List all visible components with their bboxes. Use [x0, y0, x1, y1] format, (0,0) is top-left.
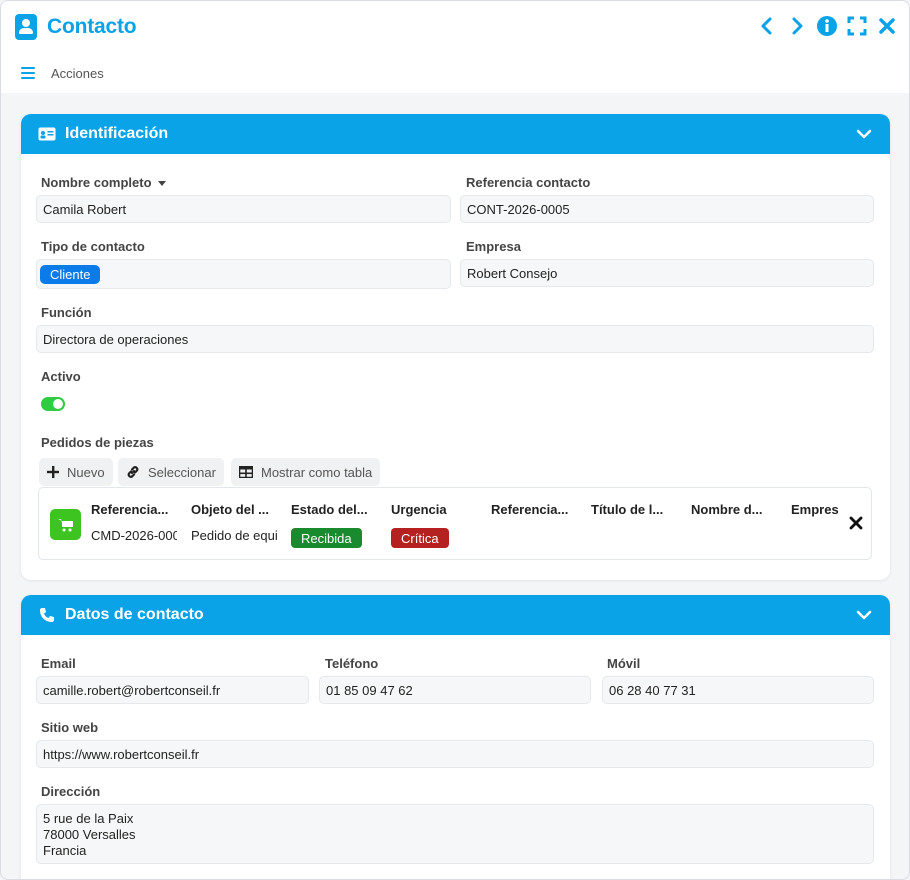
tipo-label: Tipo de contacto	[41, 239, 145, 254]
plus-icon	[47, 466, 59, 478]
telefono-field[interactable]: 01 85 09 47 62	[319, 676, 591, 704]
page-title: Contacto	[47, 15, 137, 38]
mostrar-label: Mostrar como tabla	[261, 464, 373, 480]
id-card-icon	[37, 124, 57, 144]
funcion-field[interactable]: Directora de operaciones	[36, 325, 874, 353]
chevron-down-icon[interactable]	[854, 605, 874, 625]
fullscreen-icon[interactable]	[845, 14, 869, 38]
nuevo-label: Nuevo	[67, 464, 105, 480]
empresa-field[interactable]: Robert Consejo	[460, 259, 874, 287]
next-icon[interactable]	[785, 14, 809, 38]
header-actions	[755, 14, 899, 38]
hamburger-menu-icon[interactable]	[21, 67, 35, 79]
link-icon	[127, 466, 139, 478]
direccion-line: 5 rue de la Paix	[43, 811, 134, 826]
table-header[interactable]: Nombre d...	[691, 502, 781, 517]
table-icon	[239, 466, 253, 478]
pedidos-table: Referencia... Objeto del ... Estado del.…	[38, 487, 872, 560]
table-header[interactable]: Estado del...	[291, 502, 381, 517]
email-field[interactable]: camille.robert@robertconseil.fr	[36, 676, 309, 704]
datos-header[interactable]: Datos de contacto	[21, 595, 890, 635]
funcion-label: Función	[41, 305, 92, 320]
direccion-line: 78000 Versalles	[43, 827, 136, 842]
tipo-tag[interactable]: Cliente	[40, 264, 101, 284]
objeto-cell[interactable]: Pedido de equipo	[191, 528, 277, 543]
urgencia-badge: Crítica	[391, 528, 449, 548]
direccion-field[interactable]: 5 rue de la Paix 78000 Versalles Francia	[36, 804, 874, 864]
activo-label: Activo	[41, 369, 81, 384]
header-bar: Contacto	[1, 1, 909, 53]
previous-icon[interactable]	[755, 14, 779, 38]
phone-icon	[37, 605, 57, 625]
email-label: Email	[41, 656, 76, 671]
empresa-label: Empresa	[466, 239, 521, 254]
contact-window: Contacto Acciones Identificación Nombre …	[0, 0, 910, 880]
nombre-label[interactable]: Nombre completo	[41, 175, 166, 190]
tipo-field[interactable]: Cliente	[36, 259, 451, 289]
table-header[interactable]: Empres	[791, 502, 841, 517]
datos-panel: Datos de contacto Email camille.robert@r…	[21, 595, 890, 879]
table-header[interactable]: Referencia...	[491, 502, 581, 517]
remove-row-icon[interactable]	[849, 516, 863, 530]
identificacion-header[interactable]: Identificación	[21, 114, 890, 154]
table-header[interactable]: Título de l...	[591, 502, 681, 517]
direccion-line: Francia	[43, 843, 87, 858]
identificacion-panel: Identificación Nombre completo Camila Ro…	[21, 114, 890, 580]
identificacion-title: Identificación	[65, 125, 169, 142]
table-header[interactable]: Objeto del ...	[191, 502, 281, 517]
close-icon[interactable]	[875, 14, 899, 38]
telefono-label: Teléfono	[325, 656, 379, 671]
activo-toggle[interactable]	[41, 397, 65, 411]
info-icon[interactable]	[815, 14, 839, 38]
chevron-down-icon[interactable]	[854, 124, 874, 144]
referencia-label: Referencia contacto	[466, 175, 591, 190]
seleccionar-label: Seleccionar	[148, 464, 216, 480]
movil-label: Móvil	[607, 656, 641, 671]
direccion-label: Dirección	[41, 784, 101, 799]
web-field[interactable]: https://www.robertconseil.fr	[36, 740, 874, 768]
datos-title: Datos de contacto	[65, 606, 204, 623]
nombre-field[interactable]: Camila Robert	[36, 195, 451, 223]
cart-icon	[50, 509, 81, 540]
mostrar-tabla-button[interactable]: Mostrar como tabla	[231, 458, 381, 486]
actions-toolbar: Acciones	[1, 53, 909, 93]
table-header[interactable]: Referencia...	[91, 502, 181, 517]
referencia-field[interactable]: CONT-2026-0005	[460, 195, 874, 223]
movil-field[interactable]: 06 28 40 77 31	[602, 676, 874, 704]
table-header[interactable]: Urgencia	[391, 502, 481, 517]
actions-menu[interactable]: Acciones	[51, 66, 104, 81]
caret-down-icon[interactable]	[157, 181, 166, 187]
pedidos-label: Pedidos de piezas	[41, 435, 154, 450]
seleccionar-button[interactable]: Seleccionar	[118, 458, 224, 486]
web-label: Sitio web	[41, 720, 99, 735]
referencia-cell[interactable]: CMD-2026-0001	[91, 528, 177, 543]
nuevo-button[interactable]: Nuevo	[39, 458, 113, 486]
estado-badge: Recibida	[291, 528, 362, 548]
contact-book-icon	[15, 14, 37, 40]
